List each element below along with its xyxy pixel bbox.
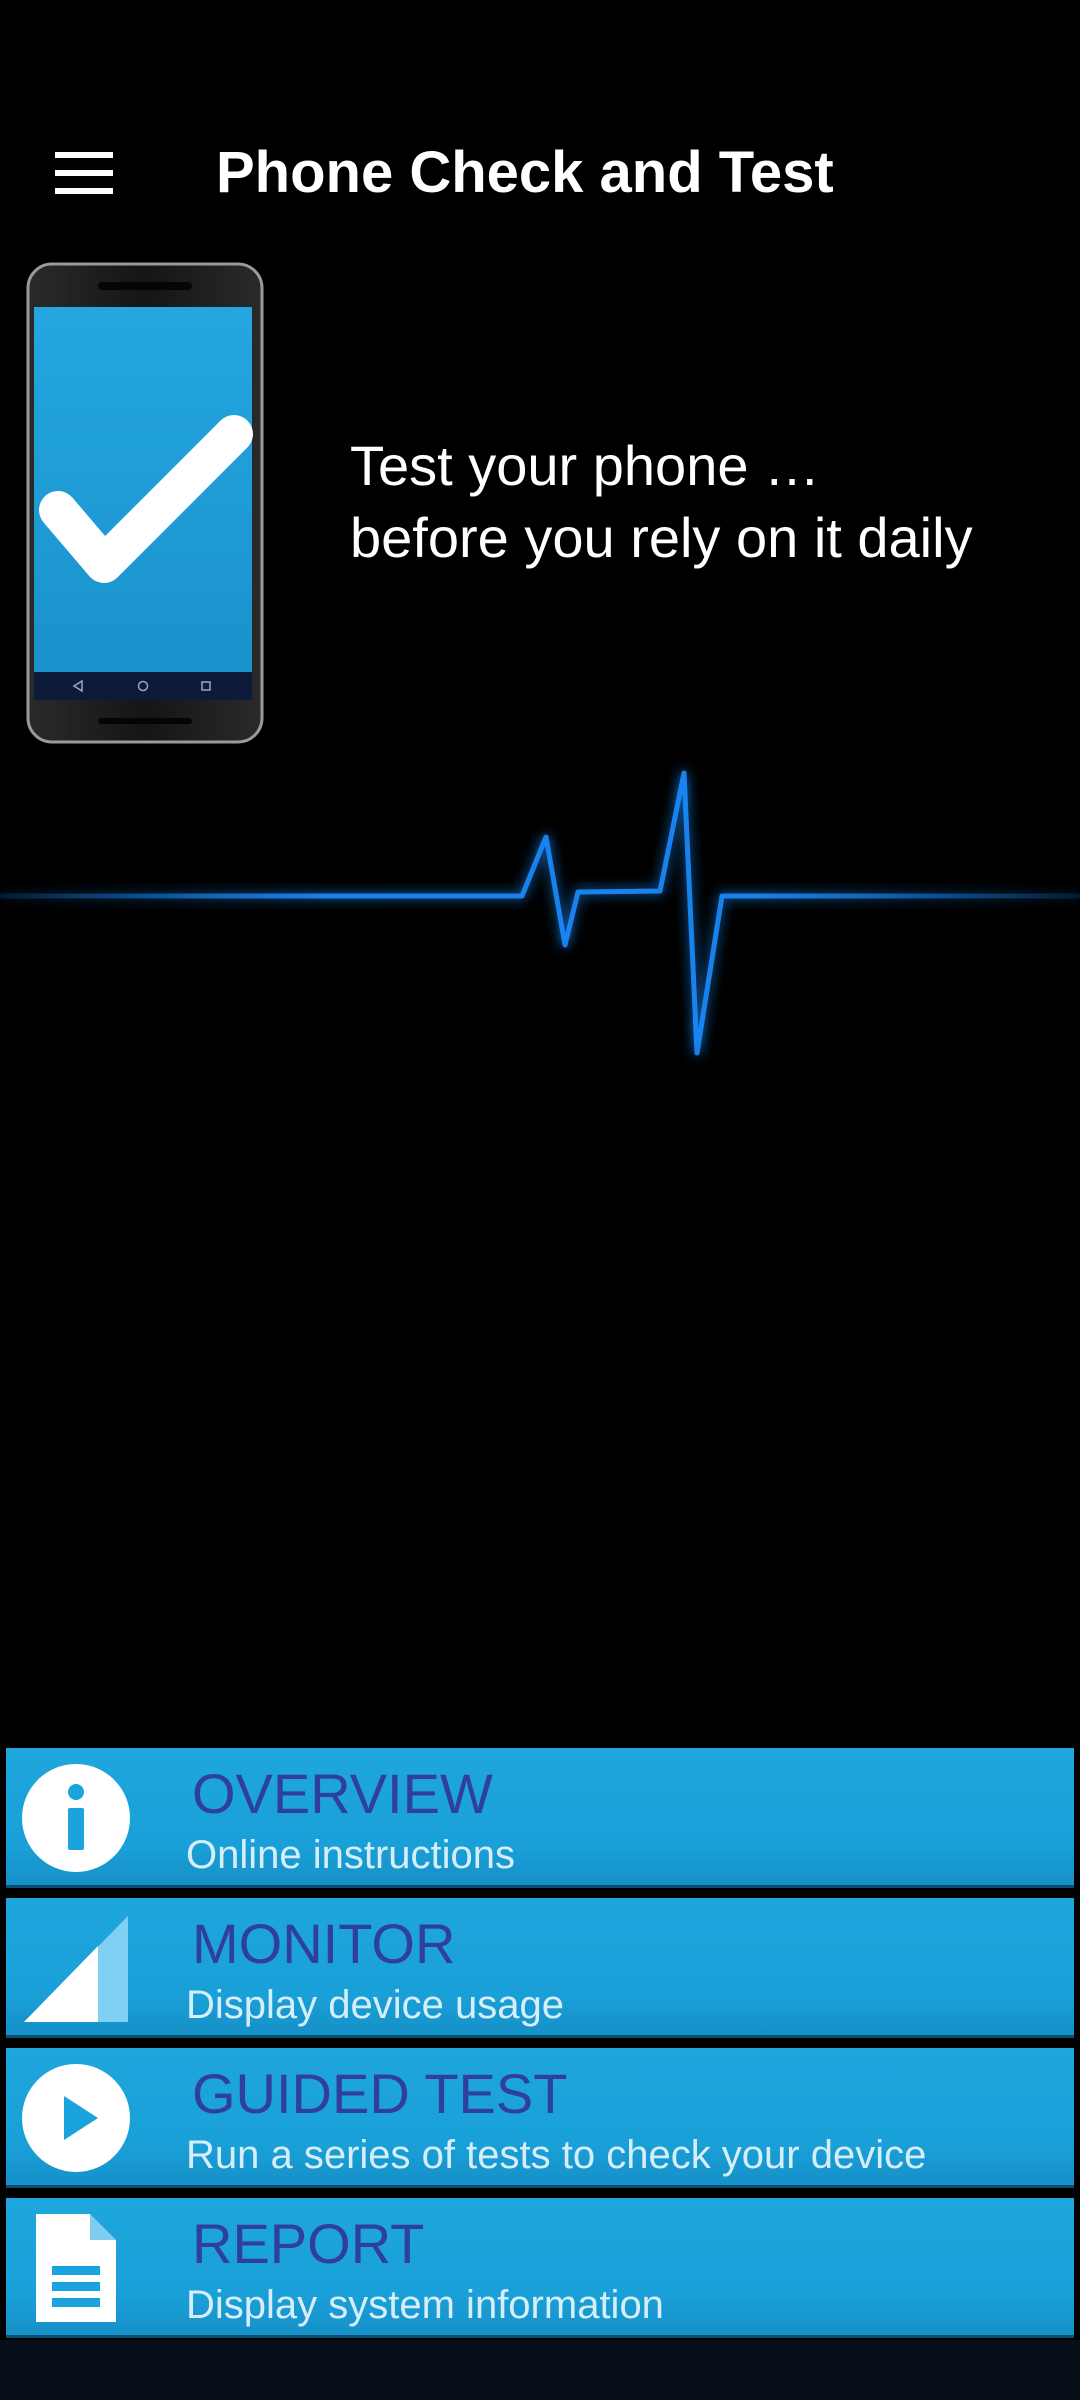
- tagline: Test your phone … before you rely on it …: [350, 430, 973, 574]
- overview-subtitle: Online instructions: [186, 1833, 516, 1877]
- bottom-band: [0, 2340, 1080, 2400]
- app-bar: Phone Check and Test: [0, 90, 1080, 240]
- main-menu: OVERVIEW Online instructions MONITOR Dis…: [6, 1748, 1074, 2348]
- play-icon: [22, 2064, 130, 2172]
- info-icon: [22, 1764, 130, 1872]
- monitor-tile[interactable]: MONITOR Display device usage: [6, 1898, 1074, 2035]
- report-tile[interactable]: REPORT Display system information: [6, 2198, 1074, 2335]
- monitor-title: MONITOR: [192, 1912, 456, 1975]
- overview-title: OVERVIEW: [192, 1762, 493, 1825]
- document-icon: [36, 2214, 116, 2322]
- monitor-subtitle: Display device usage: [186, 1983, 564, 2027]
- heartbeat-pulse-graphic: [0, 770, 1080, 1056]
- tagline-line-1: Test your phone …: [350, 434, 821, 497]
- overview-tile[interactable]: OVERVIEW Online instructions: [6, 1748, 1074, 1885]
- menu-button[interactable]: [28, 128, 140, 218]
- app-title: Phone Check and Test: [216, 140, 834, 205]
- tagline-line-2: before you rely on it daily: [350, 506, 973, 569]
- report-title: REPORT: [192, 2212, 425, 2275]
- guided-test-subtitle: Run a series of tests to check your devi…: [186, 2133, 927, 2177]
- signal-icon: [24, 1916, 128, 2022]
- hamburger-menu-icon: [55, 152, 113, 194]
- report-subtitle: Display system information: [186, 2283, 664, 2327]
- guided-test-title: GUIDED TEST: [192, 2062, 568, 2125]
- phone-checkmark-icon: [26, 262, 264, 744]
- guided-test-tile[interactable]: GUIDED TEST Run a series of tests to che…: [6, 2048, 1074, 2185]
